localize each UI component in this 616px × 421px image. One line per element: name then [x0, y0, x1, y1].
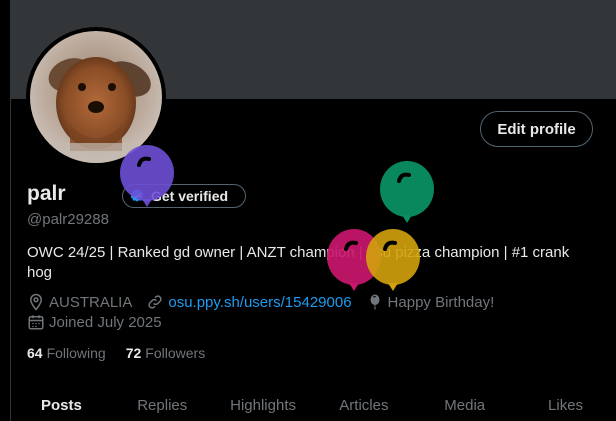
profile-meta-row: AUSTRALIA osu.ppy.sh/users/15429006 Happ… [27, 293, 508, 311]
link-icon [148, 295, 162, 309]
purple-balloon [120, 145, 174, 207]
tab-highlights[interactable]: Highlights [213, 390, 314, 421]
left-gutter [0, 0, 10, 421]
tab-articles[interactable]: Articles [313, 390, 414, 421]
follow-stats: 64 Following 72 Followers [27, 345, 205, 361]
followers-count: 72 [125, 345, 142, 361]
profile-tabs: Posts Replies Highlights Articles Media … [11, 390, 616, 421]
tab-media[interactable]: Media [414, 390, 515, 421]
following-label: Following [46, 345, 106, 361]
followers-link[interactable]: 72 Followers [126, 345, 205, 361]
green-balloon [380, 161, 434, 223]
location-text: AUSTRALIA [49, 293, 133, 311]
edit-profile-button[interactable]: Edit profile [480, 111, 593, 147]
profile-join-row: Joined July 2025 [27, 313, 176, 331]
tab-replies[interactable]: Replies [112, 390, 213, 421]
following-count: 64 [27, 345, 43, 361]
followers-label: Followers [145, 345, 206, 361]
yellow-balloon [366, 229, 420, 291]
calendar-icon [28, 315, 44, 330]
joined-text: Joined July 2025 [49, 313, 162, 331]
profile-name: palr [27, 182, 66, 205]
profile-bio: OWC 24/25 | Ranked gd owner | ANZT champ… [27, 244, 570, 281]
profile-handle: @palr29288 [27, 211, 109, 228]
tab-likes[interactable]: Likes [515, 390, 616, 421]
column-border [10, 99, 11, 421]
tab-posts[interactable]: Posts [11, 390, 112, 421]
location-pin-icon [29, 293, 43, 311]
joined-item: Joined July 2025 [27, 313, 162, 331]
location-item: AUSTRALIA [27, 293, 132, 311]
following-link[interactable]: 64 Following [27, 345, 106, 361]
website-item[interactable]: osu.ppy.sh/users/15429006 [146, 293, 352, 311]
